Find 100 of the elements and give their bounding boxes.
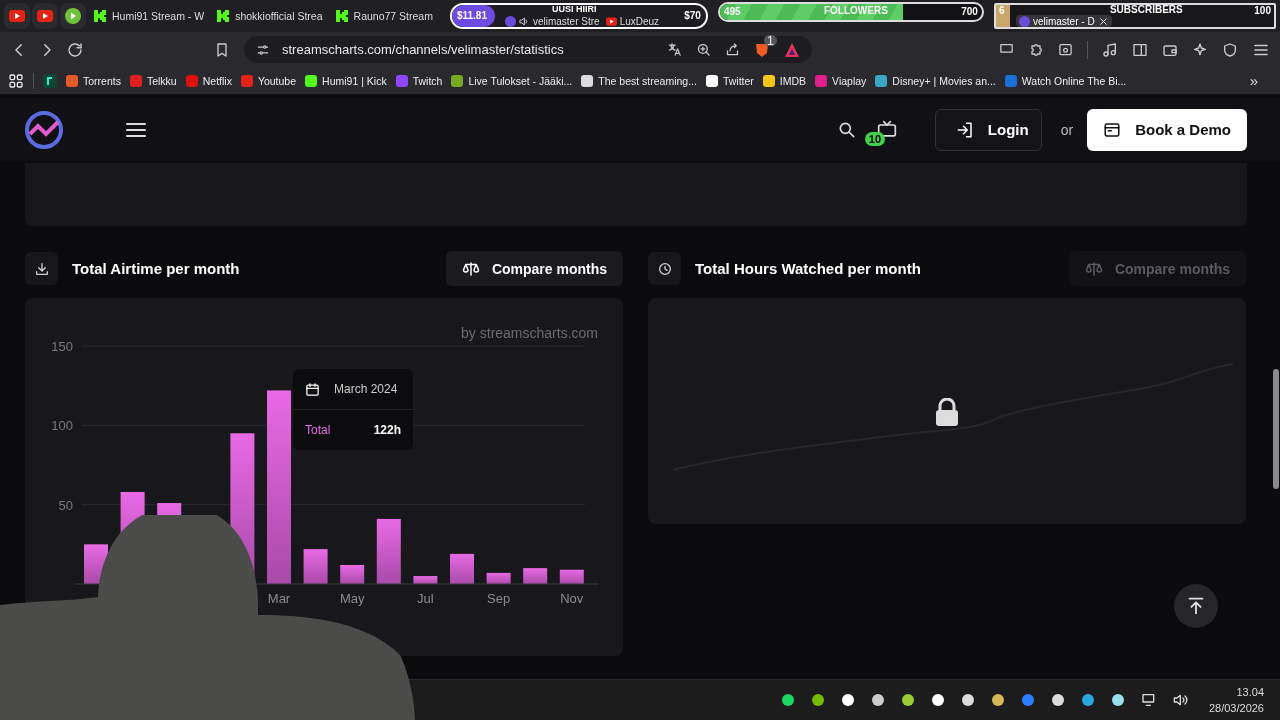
reload-icon[interactable]	[66, 40, 84, 59]
chart-bar[interactable]	[413, 576, 438, 584]
shield-count: 1	[763, 34, 777, 46]
play-logo-icon	[605, 15, 617, 27]
tooltip-date: March 2024	[334, 382, 398, 396]
lock-icon	[934, 398, 960, 426]
zoom-in-icon[interactable]	[696, 42, 711, 57]
shield-tray-icon	[1080, 693, 1095, 707]
translate-icon[interactable]	[667, 42, 682, 57]
browser-tab[interactable]	[60, 3, 86, 29]
subscribers-current: 6	[998, 5, 1005, 16]
card-title: Total Airtime per month	[72, 260, 241, 277]
cloud-tray-icon	[870, 693, 885, 707]
browser-tab[interactable]	[4, 3, 30, 29]
bookmark-favicon-icon	[705, 74, 718, 87]
sparkle-icon[interactable]	[1192, 41, 1208, 58]
chart-bar[interactable]	[486, 572, 511, 584]
subscribers-label: SUBSCRIBERS	[1109, 5, 1183, 15]
bookmark-favicon-icon	[815, 74, 828, 87]
clock-date: 28/03/2026	[1208, 701, 1264, 716]
bookmark-link[interactable]: Watch Online The Bi...	[1004, 74, 1127, 87]
bookmark-favicon-icon	[240, 74, 253, 87]
scroll-to-top-button[interactable]	[1174, 584, 1218, 628]
site-logo-icon	[24, 109, 64, 150]
bluetooth-tray-icon	[1020, 693, 1035, 707]
circle-logo-icon	[504, 15, 516, 27]
address-bar[interactable]: streamscharts.com/channels/velimaster/statistics 1	[244, 36, 812, 63]
bookmark-link[interactable]: Twitch	[395, 74, 443, 87]
chart-bar[interactable]	[340, 564, 365, 584]
chart-bar[interactable]	[523, 568, 548, 584]
tune-icon	[256, 42, 270, 57]
reader-icon[interactable]	[1058, 42, 1073, 57]
more-bookmarks[interactable]: »	[1249, 72, 1272, 89]
k-logo-icon	[216, 9, 231, 23]
browser-tab[interactable]: Humi91 Stream - W	[88, 3, 210, 29]
puzzle-icon[interactable]	[1028, 41, 1044, 58]
record-tray-icon	[930, 693, 945, 707]
bookmark-favicon-icon	[451, 74, 464, 87]
bookmark-link[interactable]: The best streaming...	[581, 74, 697, 87]
download-button[interactable]	[25, 252, 58, 285]
network-icon[interactable]	[1140, 692, 1157, 708]
browser-tab[interactable]: LuxDeuz	[602, 15, 663, 27]
clock-icon	[656, 260, 673, 277]
mouse-tray-icon	[960, 693, 975, 707]
browser-tab[interactable]: velimaster - D	[1015, 15, 1112, 27]
x-tick-label: Sep	[487, 591, 511, 606]
bookmark-link[interactable]: IMDB	[762, 74, 807, 87]
vpn-shield-icon[interactable]	[1222, 41, 1238, 58]
scales-icon	[461, 259, 480, 278]
volume-icon[interactable]	[1172, 692, 1189, 708]
bookmark-link[interactable]: Torrents	[66, 74, 121, 87]
book-demo-button[interactable]: Book a Demo	[1087, 108, 1247, 151]
subscribers-target: 100	[1254, 5, 1271, 16]
bookmark-link[interactable]: Telkku	[129, 74, 177, 87]
bookmark-favicon-icon	[762, 74, 775, 87]
bookmark-link[interactable]: Disney+ | Movies an...	[875, 74, 996, 87]
browser-tab[interactable]: velimaster Stre	[501, 15, 603, 27]
share-icon[interactable]	[725, 42, 740, 57]
bookmark-link[interactable]: Live Tulokset - Jääki...	[451, 74, 573, 87]
browser-tab[interactable]: shokkiofficial Strea	[211, 3, 328, 29]
x-tick-label: Mar	[267, 591, 291, 606]
chart-bar[interactable]	[303, 549, 328, 584]
arrow-tray-icon	[900, 693, 915, 707]
bookmark-link[interactable]: Humi91 | Kick	[305, 74, 387, 87]
download-icon	[33, 260, 50, 277]
browser-tab[interactable]: Rauno77 Stream	[329, 3, 438, 29]
y-tick-label: 100	[51, 418, 73, 434]
bookmark-link[interactable]: Viaplay	[815, 74, 867, 87]
goal-target: $70	[684, 10, 701, 21]
bookmark-link[interactable]: Twitter	[705, 74, 754, 87]
tooltip-value: 122h	[373, 423, 401, 437]
tooltip-series: Total	[305, 423, 331, 437]
microphone-tray-icon	[1110, 693, 1125, 707]
bookmark-favicon-icon	[875, 74, 888, 87]
bookmark-link[interactable]: Netflix	[185, 74, 232, 87]
speaker-icon	[518, 15, 530, 27]
bookmark-favicon-icon	[395, 74, 408, 87]
bookmark-favicon-icon	[66, 74, 78, 87]
bookmark-icon[interactable]	[214, 41, 230, 58]
bookmark-link[interactable]: Youtube	[240, 74, 297, 87]
scrollbar-thumb[interactable]	[1273, 369, 1279, 489]
bookmark-favicon-icon	[1004, 74, 1017, 87]
chart-bar[interactable]	[376, 518, 401, 584]
goal-title: UUSI HIIRI	[551, 5, 597, 14]
apps-grid-icon[interactable]	[8, 72, 24, 89]
circle-logo-icon	[1018, 15, 1030, 27]
followers-target: 700	[961, 6, 978, 17]
browser-tab[interactable]	[32, 3, 58, 29]
gpu-tray-icon	[810, 693, 825, 707]
sidebar-icon[interactable]	[1132, 41, 1148, 58]
card-title: Total Hours Watched per month	[695, 260, 922, 277]
chat-tray-icon	[840, 693, 855, 707]
chart-bar[interactable]	[450, 553, 474, 584]
login-button[interactable]: Login	[934, 108, 1042, 151]
music-note-icon[interactable]	[1102, 41, 1118, 58]
calendar-icon	[1103, 120, 1122, 139]
compare-button[interactable]: Compare months	[445, 251, 623, 286]
k-logo-icon	[334, 9, 349, 23]
y-tick-label: 50	[58, 497, 73, 513]
close-icon[interactable]	[1097, 15, 1109, 27]
